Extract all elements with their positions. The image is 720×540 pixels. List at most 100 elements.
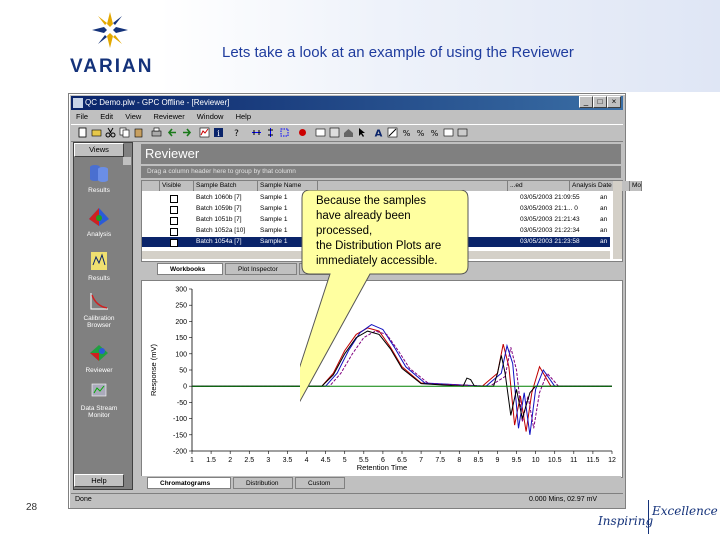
y-axis-label: Response (mV) (149, 343, 158, 396)
row-mo: an (600, 194, 608, 201)
y-tick-label: -100 (173, 416, 187, 423)
close-button[interactable]: × (607, 96, 621, 108)
copy-icon[interactable] (119, 127, 130, 138)
percent-alt-icon[interactable]: % (415, 127, 426, 138)
paste-icon[interactable] (133, 127, 144, 138)
x-tick-label: 2 (228, 457, 232, 464)
menu-window[interactable]: Window (197, 112, 224, 121)
chart-icon[interactable] (199, 127, 210, 138)
row-batch: Batch 1052a [10] (196, 227, 246, 234)
menu-edit[interactable]: Edit (100, 112, 113, 121)
window-title: QC Demo.plw - GPC Offline - [Reviewer] (85, 98, 230, 107)
database-icon (90, 165, 108, 182)
y-tick-label: 50 (179, 368, 187, 375)
views-scroll-up[interactable] (123, 157, 131, 165)
new-file-icon[interactable] (77, 127, 88, 138)
tab-custom[interactable]: Custom (295, 477, 345, 489)
menu-file[interactable]: File (76, 112, 88, 121)
stack-icon[interactable] (329, 127, 340, 138)
minimize-button[interactable]: _ (579, 96, 593, 108)
x-tick-label: 4.5 (321, 457, 331, 464)
row-batch: Batch 1054a [7] (196, 238, 242, 245)
window-titlebar[interactable]: QC Demo.plw - GPC Offline - [Reviewer] (71, 96, 623, 110)
menu-reviewer[interactable]: Reviewer (153, 112, 184, 121)
help-footer-button[interactable]: Help (74, 474, 124, 487)
open-folder-icon[interactable] (91, 127, 102, 138)
nav-item-data-stream-monitor[interactable]: Data Stream Monitor (74, 381, 124, 419)
plot-tab-strip: Chromatograms Distribution Custom (141, 476, 621, 490)
row-date: 03/05/2003 21:09:55 (520, 194, 580, 201)
maximize-button[interactable]: □ (593, 96, 607, 108)
tab-workbooks[interactable]: Workbooks (157, 263, 223, 275)
back-arrow-icon[interactable] (167, 127, 178, 138)
tab-plot-inspector[interactable]: Plot Inspector (225, 263, 297, 275)
nav-item-analysis-label: Analysis (86, 231, 112, 238)
nav-item-results-label: Results (88, 187, 110, 194)
zoom-x-icon[interactable] (251, 127, 262, 138)
nav-item-results-view[interactable]: Results (74, 251, 124, 282)
varian-logo-mark-icon (92, 12, 128, 48)
nav-item-results[interactable]: Results (74, 163, 124, 194)
nav-item-reviewer[interactable]: Reviewer (74, 343, 124, 374)
tagline-excellence: Excellence (652, 504, 718, 518)
percent-edit-icon[interactable]: % (429, 127, 440, 138)
help-icon[interactable]: ? (231, 127, 242, 138)
grid-vertical-scrollbar[interactable] (613, 181, 622, 259)
reviewer-icon (90, 345, 108, 361)
views-header[interactable]: Views (74, 143, 124, 157)
nav-item-calibration-browser[interactable]: Calibration Browser (74, 291, 124, 329)
toolbar: i ? A % % % (71, 124, 623, 142)
cut-icon[interactable] (105, 127, 116, 138)
column-header-processed[interactable]: ...ed (508, 181, 570, 191)
settings-icon[interactable] (457, 127, 468, 138)
visible-checkbox[interactable] (170, 195, 178, 203)
y-tick-label: 300 (175, 287, 187, 294)
info-icon[interactable]: i (213, 127, 224, 138)
pan-icon[interactable] (297, 127, 308, 138)
column-header-visible[interactable]: Visible (160, 181, 194, 191)
menu-view[interactable]: View (125, 112, 141, 121)
group-by-hint[interactable]: Drag a column header here to group by th… (141, 166, 621, 178)
nav-item-calibration-browser-label: Calibration Browser (83, 315, 115, 329)
row-mo: an (600, 205, 608, 212)
visible-checkbox[interactable] (170, 239, 178, 247)
x-tick-label: 2.5 (244, 457, 254, 464)
nav-item-data-stream-monitor-label: Data Stream Monitor (80, 405, 118, 419)
column-header-sample-name[interactable]: Sample Name (258, 181, 318, 191)
visible-checkbox[interactable] (170, 217, 178, 225)
tab-chromatograms[interactable]: Chromatograms (147, 477, 231, 489)
tagline-inspiring: Inspiring (598, 514, 654, 528)
brand-name: VARIAN (70, 56, 154, 77)
views-panel: Views Results Analysis Results Calibrati… (73, 142, 133, 490)
overlay-icon[interactable] (315, 127, 326, 138)
zoom-y-icon[interactable] (265, 127, 276, 138)
svg-text:%: % (417, 129, 425, 138)
house-icon[interactable] (343, 127, 354, 138)
text-annotation-icon[interactable]: A (373, 127, 384, 139)
print-icon[interactable] (151, 127, 162, 138)
cursor-icon[interactable] (357, 127, 368, 138)
visible-checkbox[interactable] (170, 206, 178, 214)
visible-checkbox[interactable] (170, 228, 178, 236)
column-header-mo[interactable]: Mo (630, 181, 642, 191)
column-header-sample-batch[interactable]: Sample Batch (194, 181, 258, 191)
app-icon (73, 98, 83, 108)
distribution-chart[interactable]: 300250200150100500-50-100-150-2001 1.5 2 2.… (142, 281, 620, 475)
callout-text: Because the samples have already been pr… (316, 194, 466, 269)
percent-icon[interactable]: % (401, 127, 412, 138)
cursor-readout: 0.000 Mins, 02.97 mV (529, 496, 598, 503)
x-tick-label: 1 (190, 457, 194, 464)
menu-help[interactable]: Help (236, 112, 251, 121)
select-region-icon[interactable] (387, 127, 398, 138)
x-tick-label: 12 (608, 457, 616, 464)
svg-text:?: ? (234, 129, 239, 138)
nav-item-analysis[interactable]: Analysis (74, 207, 124, 238)
data-stream-icon (91, 383, 107, 397)
varian-logo: VARIAN (70, 12, 154, 82)
zoom-box-icon[interactable] (279, 127, 290, 138)
properties-icon[interactable] (443, 127, 454, 138)
chromatogram-plot-area[interactable]: 300 250 200 150 100 50 0 -50 -100 -150 -200 1 1.5 2 2.… (141, 280, 623, 478)
tab-distribution[interactable]: Distribution (233, 477, 293, 489)
series-line-3 (192, 330, 612, 429)
forward-arrow-icon[interactable] (181, 127, 192, 138)
